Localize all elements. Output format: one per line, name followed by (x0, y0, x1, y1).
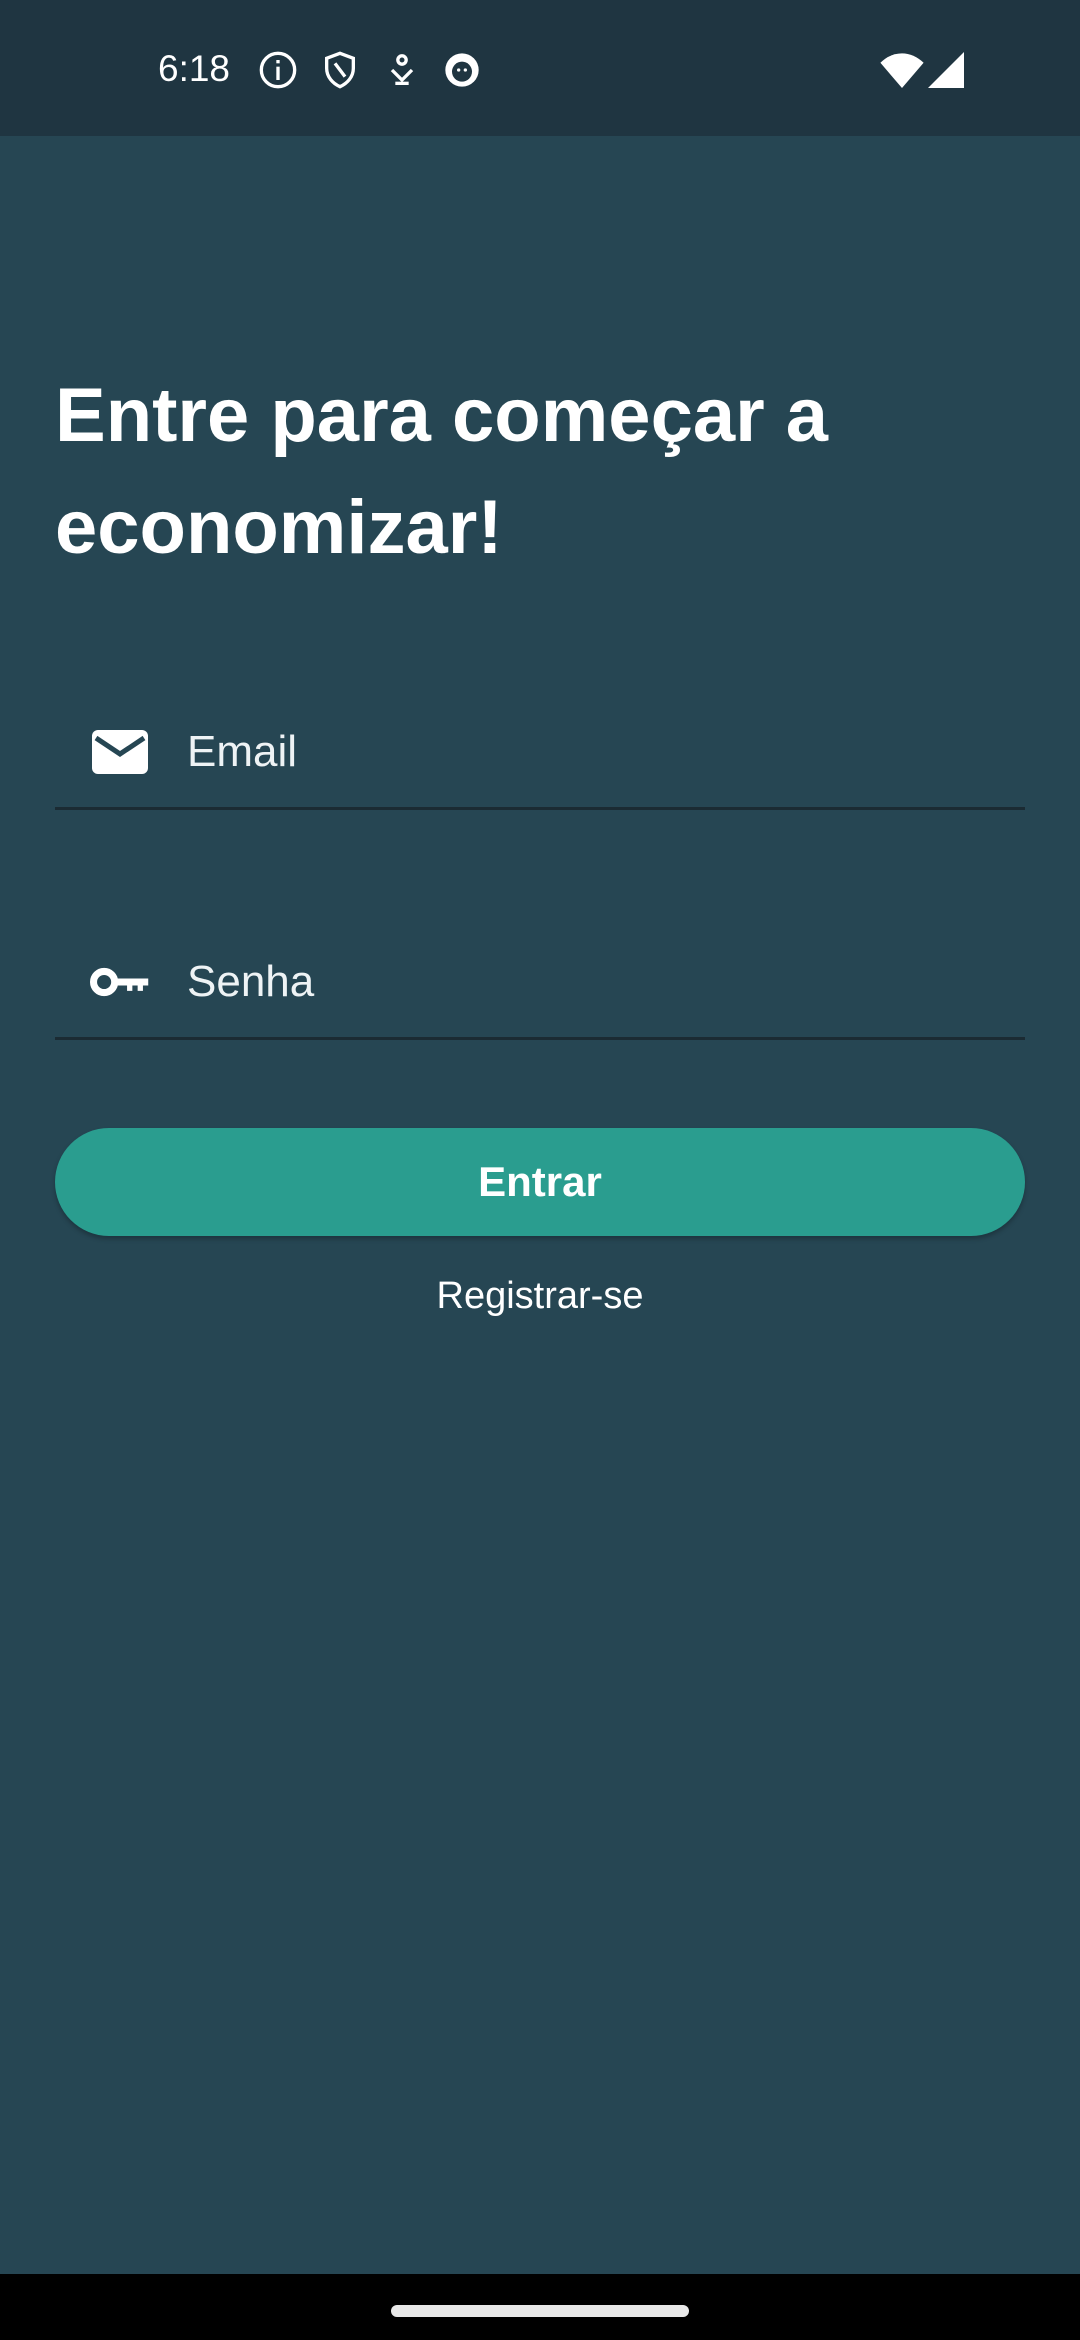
info-icon (258, 50, 298, 90)
status-bar: 6:18 (0, 0, 1080, 136)
password-input[interactable] (187, 950, 1007, 1014)
email-input[interactable] (187, 720, 1007, 784)
login-screen: 6:18 Entre para começar a economizar! Em… (0, 0, 1080, 2340)
password-field[interactable] (55, 930, 1025, 1040)
login-button[interactable]: Entrar (55, 1128, 1025, 1236)
email-field[interactable] (55, 700, 1025, 810)
navigation-bar (0, 2274, 1080, 2340)
wifi-icon (880, 52, 924, 88)
cell-signal-icon (928, 52, 964, 88)
home-indicator[interactable] (391, 2305, 689, 2317)
cat-face-icon (442, 50, 482, 90)
download-icon (382, 50, 422, 90)
mail-icon (90, 728, 150, 776)
key-icon (90, 958, 150, 1006)
register-link[interactable]: Registrar-se (0, 1275, 1080, 1318)
page-title: Entre para começar a economizar! (55, 373, 829, 570)
shield-icon (320, 50, 360, 90)
status-time: 6:18 (158, 48, 231, 89)
